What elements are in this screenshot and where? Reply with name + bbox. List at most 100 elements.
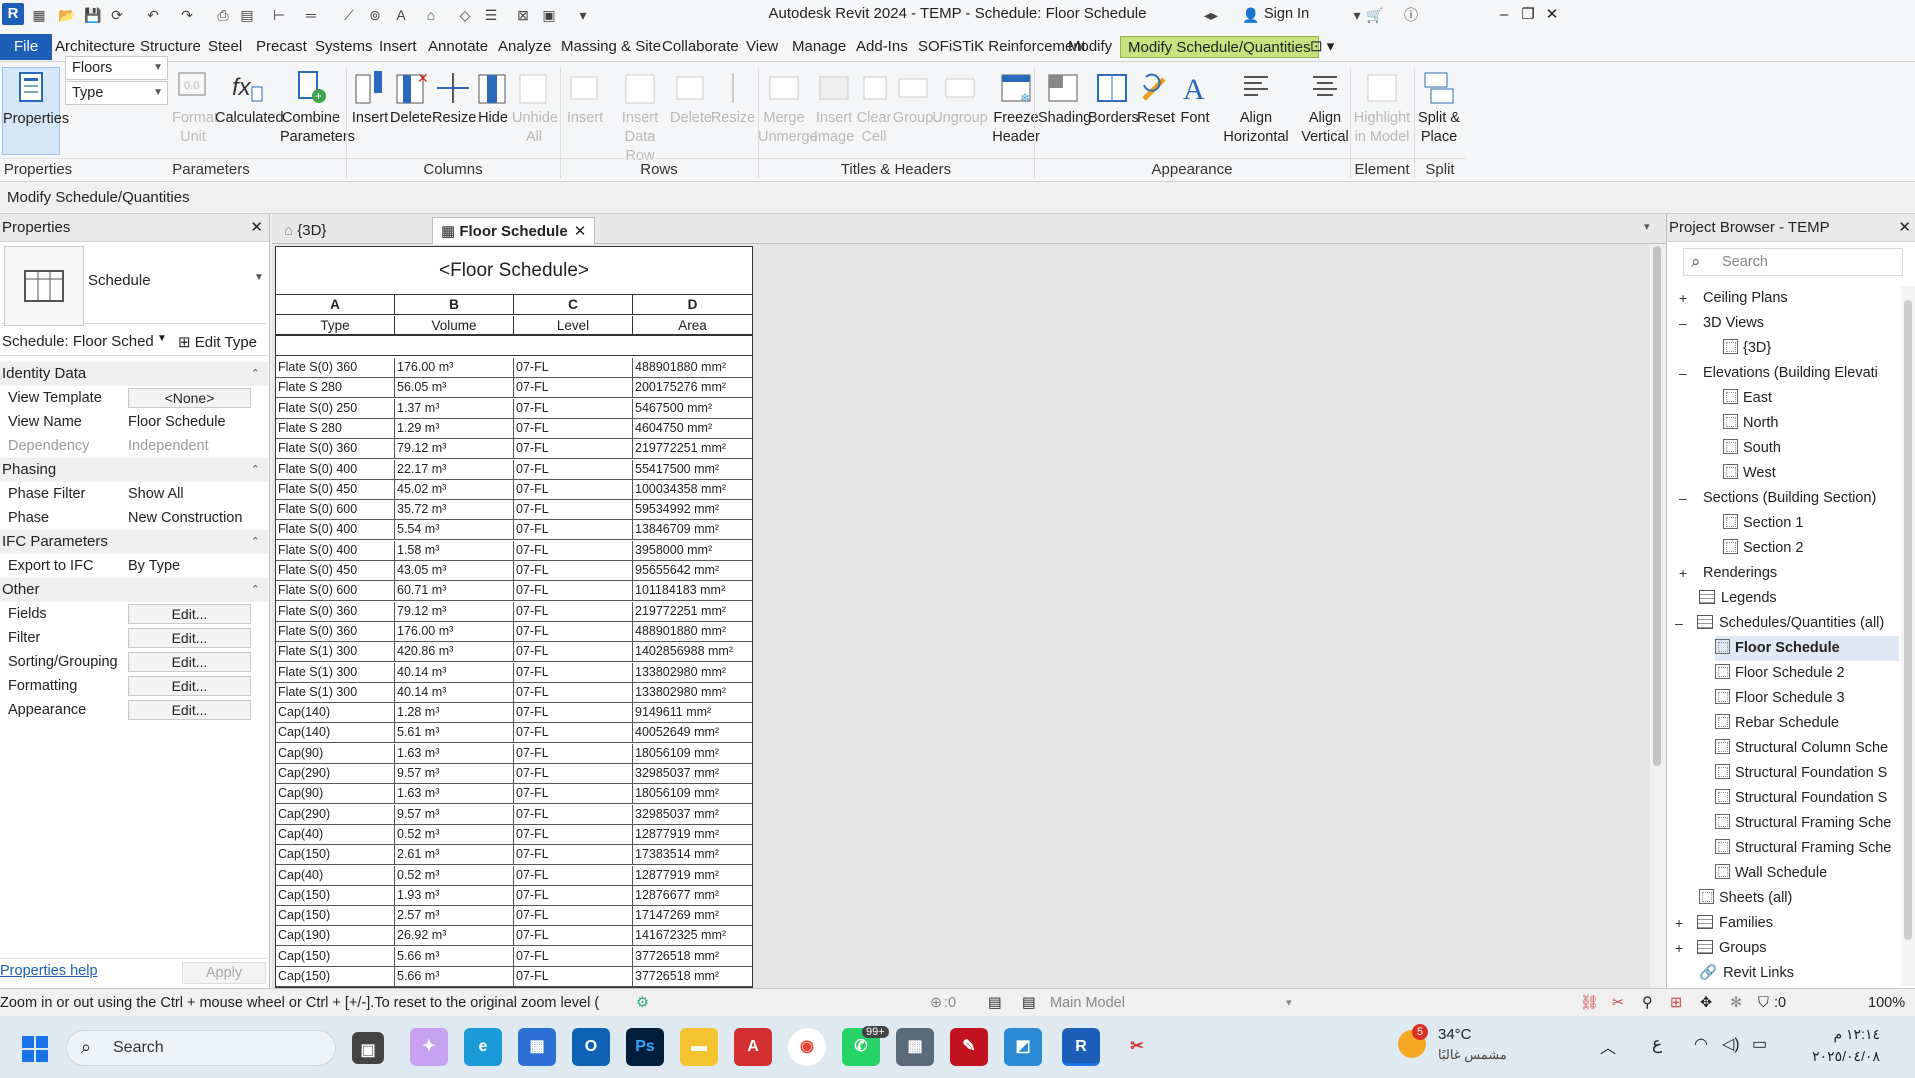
tree-section-2[interactable]: Section 2 (1723, 536, 1803, 561)
cell-volume[interactable]: 0.52 m³ (395, 824, 514, 845)
cell-area[interactable]: 133802980 mm² (633, 663, 752, 683)
properties-button[interactable]: Properties (2, 67, 69, 155)
table-row[interactable]: Flate S(0) 400 5.54 m³ 07-FL 13846709 mm² (276, 520, 752, 541)
cell-area[interactable]: 133802980 mm² (633, 683, 752, 703)
cell-area[interactable]: 101184183 mm² (633, 581, 752, 601)
cell-area[interactable]: 3958000 mm² (633, 541, 752, 561)
cell-area[interactable]: 55417500 mm² (633, 460, 752, 480)
browser-search-input[interactable]: Search (1683, 248, 1903, 276)
insert-data-row-button[interactable]: Insert Data Row (610, 67, 670, 164)
cell-area[interactable]: 219772251 mm² (633, 439, 752, 459)
cell-volume[interactable]: 35.72 m³ (395, 500, 514, 521)
select-links-icon[interactable]: ⛓ (1580, 989, 1598, 1017)
cell-type[interactable]: Flate S(0) 600 (276, 500, 395, 521)
table-row[interactable]: Flate S(0) 400 22.17 m³ 07-FL 55417500 mm² (276, 459, 752, 480)
appearance-edit-button[interactable]: Edit... (128, 700, 251, 720)
task-view-icon[interactable]: ▣ (352, 1032, 384, 1064)
cell-level[interactable]: 07-FL (514, 682, 633, 703)
cell-volume[interactable]: 45.02 m³ (395, 479, 514, 500)
cell-type[interactable]: Flate S(0) 450 (276, 479, 395, 500)
cell-level[interactable]: 07-FL (514, 743, 633, 764)
tree-schedules[interactable]: – Schedules/Quantities (all) (1675, 611, 1884, 636)
cell-level[interactable]: 07-FL (514, 885, 633, 906)
cell-volume[interactable]: 5.66 m³ (395, 967, 514, 987)
view-template-button[interactable]: <None> (128, 388, 251, 408)
cell-volume[interactable]: 5.54 m³ (395, 520, 514, 541)
sign-in-link[interactable]: Sign In (1264, 6, 1309, 22)
tree-groups[interactable]: + Groups (1675, 936, 1767, 961)
chevron-up-icon[interactable]: ︿ (1600, 1034, 1616, 1058)
formatting-edit-button[interactable]: Edit... (128, 676, 251, 696)
collapse-icon[interactable]: – (1675, 611, 1687, 636)
cell-volume[interactable]: 2.57 m³ (395, 906, 514, 927)
delete-row-button[interactable]: Delete (668, 67, 714, 157)
cell-type[interactable]: Flate S(0) 400 (276, 520, 395, 541)
chevron-down-icon[interactable]: ▼ (157, 333, 167, 344)
cell-level[interactable]: 07-FL (514, 561, 633, 581)
table-row[interactable]: Cap(150) 2.57 m³ 07-FL 17147269 mm² (276, 906, 752, 927)
revit-taskbar-icon[interactable]: R (1062, 1028, 1100, 1066)
tree-legends[interactable]: Legends (1699, 586, 1777, 611)
cell-type[interactable]: Cap(140) (276, 723, 395, 744)
browser-scrollbar[interactable] (1901, 286, 1915, 986)
copilot-icon[interactable]: ✦ (410, 1028, 448, 1066)
column-header-area[interactable]: Area (633, 316, 752, 336)
format-unit-button[interactable]: 0.0 Format Unit (172, 67, 218, 157)
split-place-button[interactable]: Split & Place (1414, 67, 1464, 157)
windows-start-icon[interactable] (22, 1036, 48, 1062)
cell-type[interactable]: Flate S(1) 300 (276, 642, 395, 663)
collapse-icon[interactable]: – (1679, 311, 1691, 336)
view-name-value[interactable]: Floor Schedule (128, 410, 226, 434)
table-row[interactable]: Flate S(0) 360 79.12 m³ 07-FL 219772251 mm² (276, 601, 752, 622)
tab-precast[interactable]: Precast (256, 36, 307, 58)
expand-icon[interactable]: + (1679, 561, 1691, 586)
user-icon[interactable]: 👤 (1242, 6, 1260, 24)
cell-level[interactable]: 07-FL (514, 926, 633, 947)
tree-families[interactable]: + Families (1675, 911, 1773, 936)
collapse-icon[interactable]: – (1679, 361, 1691, 386)
tree-sections[interactable]: – Sections (Building Section) (1679, 486, 1876, 511)
phase-filter-value[interactable]: Show All (128, 482, 184, 506)
close-icon[interactable]: ✕ (250, 214, 263, 242)
cell-area[interactable]: 12877919 mm² (633, 866, 752, 886)
section-ifc[interactable]: IFC Parameters ⌃ (0, 530, 268, 554)
column-letter[interactable]: A (276, 295, 395, 315)
cell-area[interactable]: 5467500 mm² (633, 399, 752, 419)
cell-level[interactable]: 07-FL (514, 784, 633, 805)
filter-edit-button[interactable]: Edit... (128, 628, 251, 648)
cell-level[interactable]: 07-FL (514, 906, 633, 927)
tab-structure[interactable]: Structure (140, 36, 201, 58)
close-icon[interactable]: ✕ (1898, 214, 1911, 242)
cell-volume[interactable]: 1.58 m³ (395, 540, 514, 561)
select-by-face-icon[interactable]: ⊞ (1670, 989, 1682, 1017)
insert-column-button[interactable]: Insert (349, 67, 391, 157)
tree-view-3d[interactable]: {3D} (1723, 336, 1771, 361)
table-row[interactable]: Flate S 280 56.05 m³ 07-FL 200175276 mm² (276, 378, 752, 399)
resize-column-button[interactable]: Resize (432, 67, 476, 157)
table-row[interactable]: Cap(140) 1.28 m³ 07-FL 9149611 mm² (276, 703, 752, 724)
section-identity-data[interactable]: Identity Data ⌃ (0, 362, 268, 386)
cell-type[interactable]: Cap(150) (276, 885, 395, 906)
main-model-select[interactable]: Main Model (1050, 989, 1125, 1017)
expand-icon[interactable]: + (1675, 936, 1687, 961)
schedule-title[interactable]: <Floor Schedule> (276, 247, 752, 295)
tab-systems[interactable]: Systems (315, 36, 373, 58)
search-back-icon[interactable]: ◂▸ (1202, 6, 1220, 24)
cell-area[interactable]: 100034358 mm² (633, 480, 752, 500)
reset-button[interactable]: Reset (1134, 67, 1178, 157)
tree-section-1[interactable]: Section 1 (1723, 511, 1803, 536)
cell-level[interactable]: 07-FL (514, 581, 633, 602)
cell-area[interactable]: 488901880 mm² (633, 358, 752, 378)
ungroup-button[interactable]: Ungroup (932, 67, 988, 157)
tab-3d-view[interactable]: ⌂ {3D} (276, 217, 334, 244)
export-ifc-value[interactable]: By Type (128, 554, 180, 578)
apply-button[interactable]: Apply (182, 962, 266, 984)
cell-type[interactable]: Cap(150) (276, 946, 395, 967)
tree-3d-views[interactable]: –3D Views (1679, 311, 1764, 336)
tree-elevation-east[interactable]: East (1723, 386, 1772, 411)
tree-sheets[interactable]: Sheets (all) (1699, 886, 1792, 911)
cell-level[interactable]: 07-FL (514, 662, 633, 683)
schedule-table[interactable]: <Floor Schedule> A B C D Type Volume Lev… (275, 246, 753, 988)
cell-level[interactable]: 07-FL (514, 764, 633, 784)
tree-renderings[interactable]: + Renderings (1679, 561, 1777, 586)
